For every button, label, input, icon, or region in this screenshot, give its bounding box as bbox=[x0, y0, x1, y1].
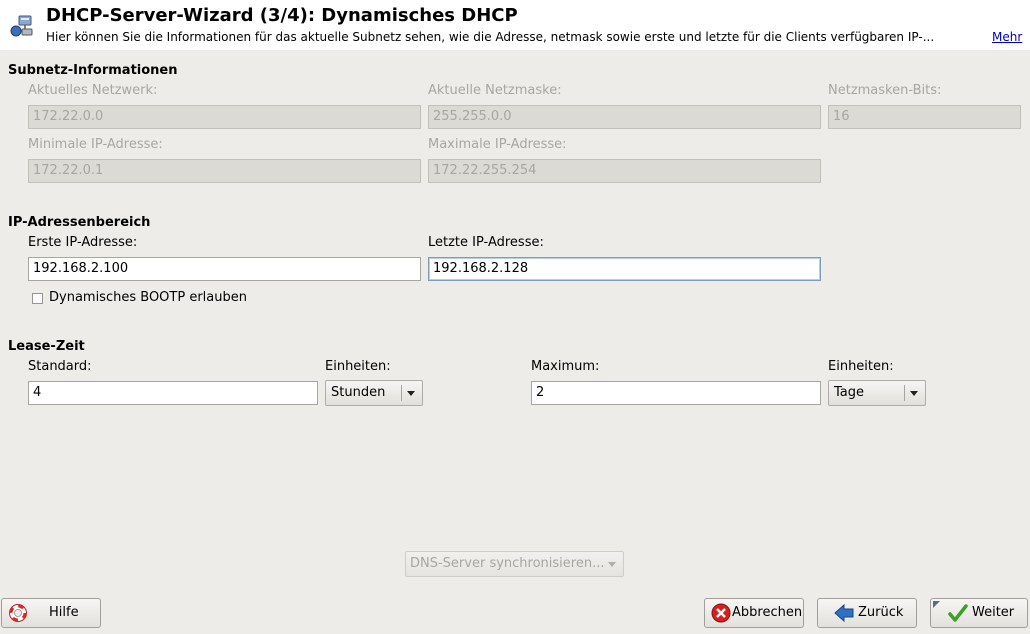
chevron-down-icon bbox=[608, 562, 616, 567]
netmask-bits-field: 16 bbox=[828, 105, 1021, 129]
netmask-bits-label: Netzmasken-Bits: bbox=[828, 83, 942, 98]
max-ip-field: 172.22.255.254 bbox=[428, 159, 821, 183]
page-description: Hier können Sie die Informationen für da… bbox=[46, 30, 935, 44]
lifebuoy-icon bbox=[8, 603, 28, 623]
chevron-down-icon bbox=[910, 391, 918, 396]
first-ip-input[interactable]: 192.168.2.100 bbox=[28, 257, 421, 281]
next-label: Weiter bbox=[972, 605, 1015, 620]
units-label-maximum: Einheiten: bbox=[828, 359, 894, 374]
last-ip-label: Letzte IP-Adresse: bbox=[428, 235, 544, 250]
checkmark-icon bbox=[948, 603, 968, 623]
network-server-icon bbox=[10, 14, 34, 38]
arrow-left-icon bbox=[834, 603, 854, 623]
max-ip-label: Maximale IP-Adresse: bbox=[428, 137, 567, 152]
min-ip-field: 172.22.0.1 bbox=[28, 159, 421, 183]
first-ip-label: Erste IP-Adresse: bbox=[28, 235, 138, 250]
maximum-label: Maximum: bbox=[531, 359, 600, 374]
combo-separator bbox=[904, 385, 905, 401]
more-link[interactable]: Mehr bbox=[992, 30, 1022, 44]
min-ip-label: Minimale IP-Adresse: bbox=[28, 137, 163, 152]
standard-input[interactable]: 4 bbox=[28, 381, 318, 405]
units-select-maximum[interactable]: Tage bbox=[828, 380, 926, 406]
lease-section-heading: Lease-Zeit bbox=[8, 339, 85, 354]
dns-sync-button[interactable]: DNS-Server synchronisieren... bbox=[405, 551, 624, 577]
wizard-header: DHCP-Server-Wizard (3/4): Dynamisches DH… bbox=[0, 0, 1030, 50]
bootp-checkbox[interactable] bbox=[32, 293, 43, 304]
last-ip-input[interactable]: 192.168.2.128 bbox=[428, 257, 821, 281]
standard-label: Standard: bbox=[28, 359, 92, 374]
current-network-field: 172.22.0.0 bbox=[28, 105, 421, 129]
next-button[interactable]: Weiter bbox=[930, 598, 1028, 628]
dns-sync-label: DNS-Server synchronisieren... bbox=[410, 556, 605, 571]
chevron-down-icon bbox=[407, 391, 415, 396]
cancel-button[interactable]: Abbrechen bbox=[704, 598, 804, 628]
page-title: DHCP-Server-Wizard (3/4): Dynamisches DH… bbox=[46, 5, 518, 26]
back-button[interactable]: Zurück bbox=[817, 598, 917, 628]
cancel-icon bbox=[711, 603, 731, 623]
current-netmask-field: 255.255.0.0 bbox=[428, 105, 821, 129]
subnet-section-heading: Subnetz-Informationen bbox=[8, 63, 178, 78]
units-select-standard-value: Stunden bbox=[331, 385, 386, 400]
ip-range-section-heading: IP-Adressenbereich bbox=[8, 215, 151, 230]
current-netmask-label: Aktuelle Netzmaske: bbox=[428, 83, 562, 98]
maximum-input[interactable]: 2 bbox=[531, 381, 821, 405]
bootp-label[interactable]: Dynamisches BOOTP erlauben bbox=[49, 290, 247, 305]
help-label: Hilfe bbox=[49, 605, 79, 620]
units-select-maximum-value: Tage bbox=[834, 385, 865, 400]
back-label: Zurück bbox=[858, 605, 904, 620]
current-network-label: Aktuelles Netzwerk: bbox=[28, 83, 158, 98]
units-select-standard[interactable]: Stunden bbox=[325, 380, 423, 406]
default-button-marker bbox=[933, 601, 940, 608]
combo-separator bbox=[401, 385, 402, 401]
units-label-standard: Einheiten: bbox=[325, 359, 391, 374]
help-button[interactable]: Hilfe bbox=[1, 598, 101, 628]
cancel-label: Abbrechen bbox=[732, 605, 803, 620]
